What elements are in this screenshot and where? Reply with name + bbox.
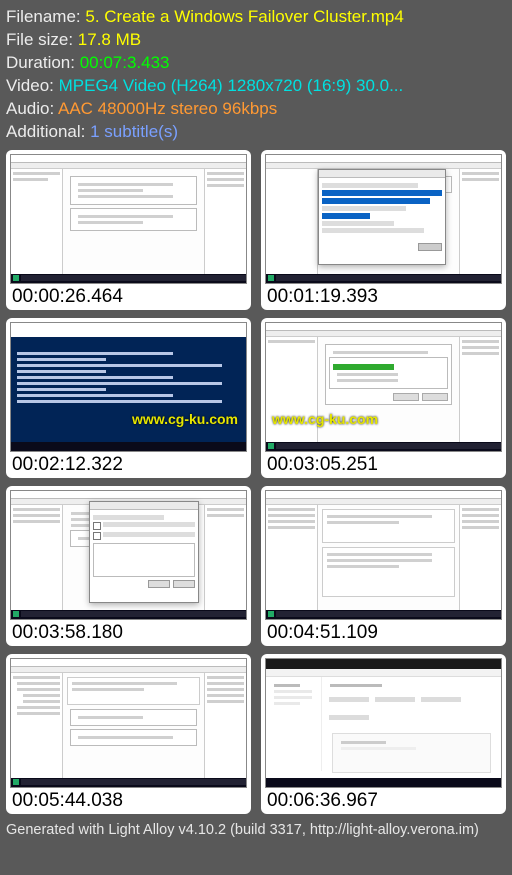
- thumbnail-image: [265, 490, 502, 620]
- watermark-text: www.cg-ku.com: [132, 411, 238, 427]
- thumbnail-card: 00:00:26.464: [6, 150, 251, 310]
- thumbnail-timestamp: 00:01:19.393: [265, 284, 502, 308]
- thumbnail-image: [10, 490, 247, 620]
- thumbnail-timestamp: 00:04:51.109: [265, 620, 502, 644]
- meta-label: Filename:: [6, 7, 85, 26]
- meta-filesize: File size: 17.8 MB: [6, 29, 506, 52]
- meta-video: Video: MPEG4 Video (H264) 1280x720 (16:9…: [6, 75, 506, 98]
- meta-additional: Additional: 1 subtitle(s): [6, 121, 506, 144]
- thumbnail-image: [10, 658, 247, 788]
- metadata-block: Filename: 5. Create a Windows Failover C…: [0, 0, 512, 146]
- meta-value: 17.8 MB: [78, 30, 141, 49]
- meta-label: Audio:: [6, 99, 58, 118]
- thumbnail-image: [265, 658, 502, 788]
- thumbnail-image: [265, 154, 502, 284]
- thumbnail-grid: 00:00:26.464: [0, 146, 512, 814]
- thumbnail-card: www.cg-ku.com 00:03:05.251: [261, 318, 506, 478]
- meta-value: AAC 48000Hz stereo 96kbps: [58, 99, 277, 118]
- meta-value: MPEG4 Video (H264) 1280x720 (16:9) 30.0.…: [59, 76, 404, 95]
- thumbnail-timestamp: 00:03:05.251: [265, 452, 502, 476]
- thumbnail-card: 00:06:36.967: [261, 654, 506, 814]
- meta-label: File size:: [6, 30, 78, 49]
- thumbnail-card: 00:05:44.038: [6, 654, 251, 814]
- thumbnail-timestamp: 00:00:26.464: [10, 284, 247, 308]
- thumbnail-image: [10, 154, 247, 284]
- meta-filename: Filename: 5. Create a Windows Failover C…: [6, 6, 506, 29]
- thumbnail-timestamp: 00:03:58.180: [10, 620, 247, 644]
- watermark-text: www.cg-ku.com: [272, 411, 378, 427]
- thumbnail-image: www.cg-ku.com: [10, 322, 247, 452]
- thumbnail-image: www.cg-ku.com: [265, 322, 502, 452]
- thumbnail-card: 00:03:58.180: [6, 486, 251, 646]
- meta-label: Video:: [6, 76, 59, 95]
- meta-duration: Duration: 00:07:3.433: [6, 52, 506, 75]
- meta-label: Duration:: [6, 53, 80, 72]
- meta-audio: Audio: AAC 48000Hz stereo 96kbps: [6, 98, 506, 121]
- thumbnail-card: www.cg-ku.com 00:02:12.322: [6, 318, 251, 478]
- footer-text: Generated with Light Alloy v4.10.2 (buil…: [0, 814, 512, 838]
- thumbnail-timestamp: 00:02:12.322: [10, 452, 247, 476]
- meta-value: 00:07:3.433: [80, 53, 170, 72]
- thumbnail-timestamp: 00:05:44.038: [10, 788, 247, 812]
- thumbnail-timestamp: 00:06:36.967: [265, 788, 502, 812]
- meta-value: 1 subtitle(s): [90, 122, 178, 141]
- meta-value: 5. Create a Windows Failover Cluster.mp4: [85, 7, 403, 26]
- thumbnail-card: 00:04:51.109: [261, 486, 506, 646]
- thumbnail-card: 00:01:19.393: [261, 150, 506, 310]
- meta-label: Additional:: [6, 122, 90, 141]
